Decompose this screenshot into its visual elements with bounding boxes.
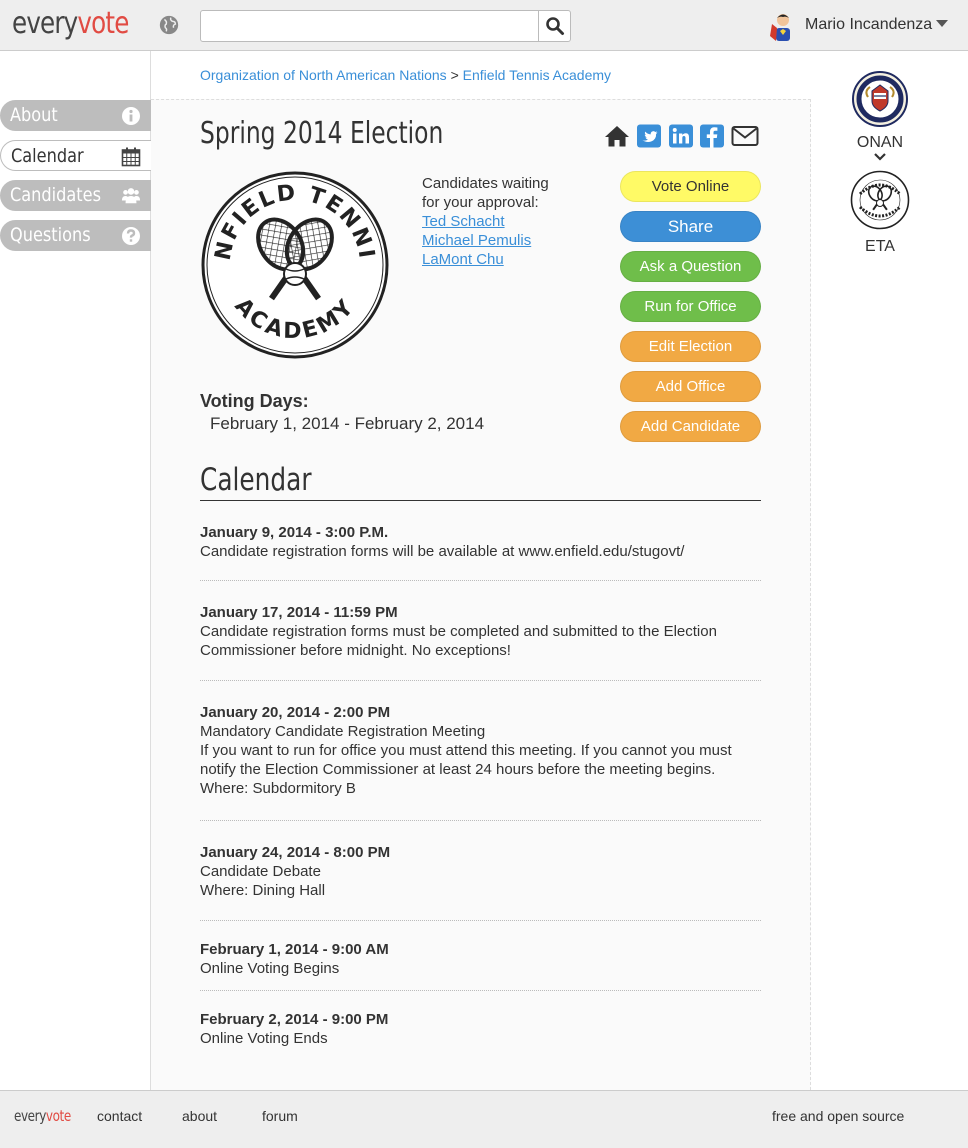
breadcrumb: Organization of North American Nations >… (200, 67, 611, 83)
candidate-link[interactable]: Ted Schacht (422, 212, 549, 231)
vote-online-button[interactable]: Vote Online (620, 171, 761, 202)
calendar-event: January 9, 2014 - 3:00 P.M. Candidate re… (200, 523, 761, 581)
everyvote-logo[interactable]: everyvote (12, 6, 129, 41)
org-eta[interactable]: ETA (811, 170, 949, 256)
nav-item-label: Calendar (11, 145, 84, 167)
nav-item-label: Questions (10, 224, 91, 246)
chevron-down-icon[interactable] (873, 152, 887, 162)
add-office-button[interactable]: Add Office (620, 371, 761, 402)
election-panel: Spring 2014 Election NFIELD TENNI ACADEM… (151, 99, 811, 1090)
nav-item-label: Candidates (10, 184, 101, 206)
event-text: Candidate Debate (200, 863, 321, 880)
nav-item-questions[interactable]: Questions (0, 220, 151, 251)
event-datetime: January 17, 2014 - 11:59 PM (200, 604, 398, 621)
footer-link-forum[interactable]: forum (262, 1108, 298, 1124)
breadcrumb-separator: > (450, 67, 459, 83)
user-name[interactable]: Mario Incandenza (805, 16, 932, 34)
add-candidate-button[interactable]: Add Candidate (620, 411, 761, 442)
run-for-office-button[interactable]: Run for Office (620, 291, 761, 322)
calendar-icon (121, 147, 141, 167)
waiting-label: Candidates waiting (422, 175, 549, 192)
pending-candidates: Candidates waiting for your approval: Te… (422, 174, 549, 269)
avatar[interactable] (768, 10, 796, 42)
calendar-event: February 1, 2014 - 9:00 AM Online Voting… (200, 940, 761, 991)
nav-item-candidates[interactable]: Candidates (0, 180, 151, 211)
footer-link-about[interactable]: about (182, 1108, 217, 1124)
search-input[interactable] (200, 10, 539, 42)
eta-seal-icon (850, 170, 910, 230)
event-text: Candidate registration forms must be com… (200, 623, 717, 659)
info-icon (122, 107, 140, 125)
onan-seal-icon (852, 71, 908, 127)
top-bar: everyvote Mario Incandenza (0, 0, 968, 51)
footer-open-source-link[interactable]: free and open source (772, 1108, 904, 1124)
calendar-event: January 17, 2014 - 11:59 PM Candidate re… (200, 603, 761, 681)
home-icon[interactable] (604, 124, 630, 148)
users-icon (121, 188, 141, 204)
event-text: If you want to run for office you must a… (200, 742, 732, 778)
org-abbr: ONAN (856, 134, 904, 151)
academy-logo: ENFIELD TENNIS ACADEMY (200, 170, 389, 359)
event-datetime: January 20, 2014 - 2:00 PM (200, 704, 391, 721)
organization-sidebar: ONAN ETA (811, 51, 968, 1090)
event-text: Candidate registration forms will be ava… (200, 543, 685, 560)
left-sidebar: About Calendar Candidates Questions (0, 51, 151, 1090)
calendar-heading: Calendar (200, 462, 312, 498)
facebook-icon[interactable] (699, 124, 725, 148)
breadcrumb-eta-link[interactable]: Enfield Tennis Academy (463, 67, 611, 83)
voting-days-value: February 1, 2014 - February 2, 2014 (210, 414, 485, 433)
event-text: Online Voting Ends (200, 1030, 328, 1047)
caret-down-icon[interactable] (936, 20, 948, 27)
footer-logo[interactable]: everyvote (14, 1107, 71, 1125)
event-text: Where: Subdormitory B (200, 780, 356, 797)
event-datetime: February 2, 2014 - 9:00 PM (200, 1011, 389, 1028)
envelope-icon[interactable] (731, 124, 759, 148)
org-onan[interactable]: ONAN (811, 71, 949, 162)
question-icon (122, 227, 140, 245)
breadcrumb-onan-link[interactable]: Organization of North American Nations (200, 67, 447, 83)
share-button[interactable]: Share (620, 211, 761, 242)
footer-link-contact[interactable]: contact (97, 1108, 142, 1124)
divider (200, 500, 761, 501)
event-text: Online Voting Begins (200, 960, 340, 977)
calendar-event: January 20, 2014 - 2:00 PM Mandatory Can… (200, 703, 761, 821)
event-datetime: February 1, 2014 - 9:00 AM (200, 941, 389, 958)
org-abbr: ETA (865, 238, 895, 255)
footer: everyvote contact about forum free and o… (0, 1090, 968, 1148)
main-content: Organization of North American Nations >… (151, 51, 811, 1090)
nav-item-label: About (10, 104, 58, 126)
globe-icon[interactable] (158, 14, 180, 36)
calendar-event: February 2, 2014 - 9:00 PM Online Voting… (200, 1010, 761, 1055)
event-text: Where: Dining Hall (200, 882, 326, 899)
twitter-icon[interactable] (636, 124, 662, 148)
search-button[interactable] (538, 10, 571, 42)
calendar-event: January 24, 2014 - 8:00 PM Candidate Deb… (200, 843, 761, 921)
nav-item-calendar[interactable]: Calendar (0, 140, 151, 171)
event-datetime: January 9, 2014 - 3:00 P.M. (200, 524, 389, 541)
ask-question-button[interactable]: Ask a Question (620, 251, 761, 282)
search-icon (545, 17, 564, 35)
linkedin-icon[interactable] (668, 124, 694, 148)
edit-election-button[interactable]: Edit Election (620, 331, 761, 362)
voting-days-label: Voting Days: (200, 391, 309, 411)
candidate-link[interactable]: LaMont Chu (422, 250, 549, 269)
page-title: Spring 2014 Election (200, 116, 444, 151)
candidate-link[interactable]: Michael Pemulis (422, 231, 549, 250)
nav-item-about[interactable]: About (0, 100, 151, 131)
waiting-label: for your approval: (422, 194, 539, 211)
event-datetime: January 24, 2014 - 8:00 PM (200, 844, 391, 861)
event-text: Mandatory Candidate Registration Meeting (200, 723, 486, 740)
